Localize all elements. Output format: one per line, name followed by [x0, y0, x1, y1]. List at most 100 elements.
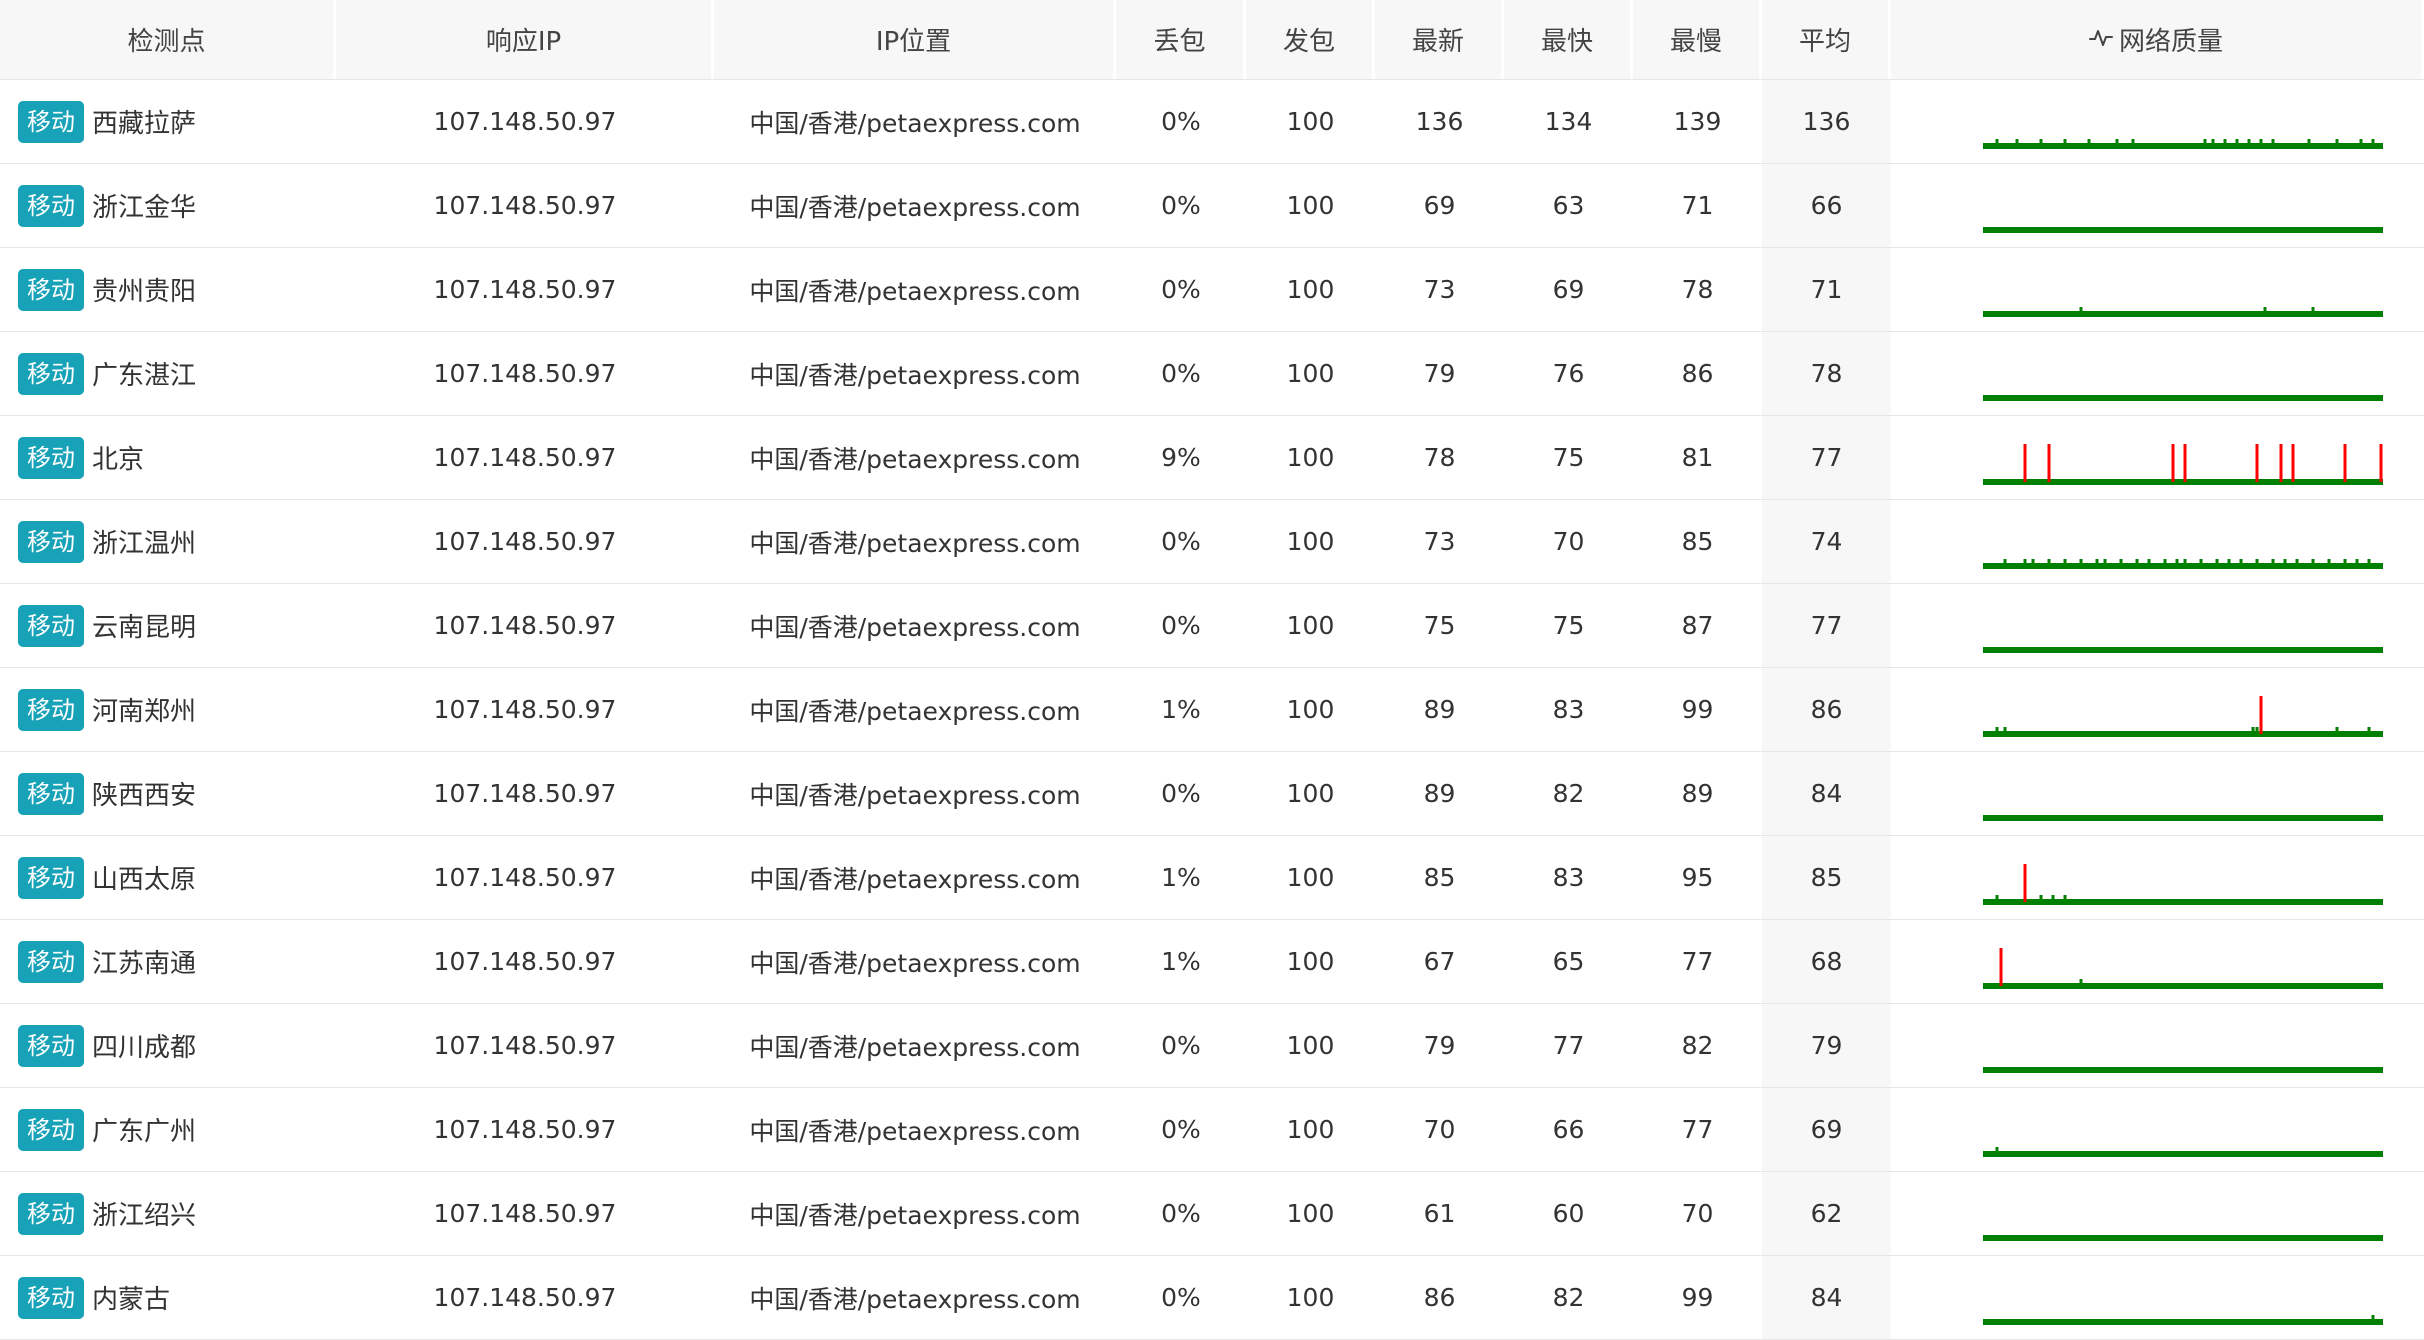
latency-spike-mark: [2031, 559, 2035, 564]
station-name: 山西太原: [92, 865, 197, 895]
quality-sparkline: [1983, 227, 2383, 233]
latency-baseline: [1983, 647, 2383, 653]
packets-sent-cell: 100: [1286, 359, 1335, 388]
latency-spike-mark: [2335, 727, 2339, 732]
ip-location-cell: 中国/香港/petaexpress.com: [749, 1200, 1081, 1230]
table-row[interactable]: 移动 云南昆明 107.148.50.97 中国/香港/petaexpress.com…: [0, 584, 2424, 668]
table-row[interactable]: 移动 广东广州 107.148.50.97 中国/香港/petaexpress.com…: [0, 1088, 2424, 1172]
column-header-fastest[interactable]: 最快: [1504, 0, 1633, 79]
latency-spike-mark: [2063, 895, 2067, 900]
latency-latest-cell: 89: [1423, 695, 1456, 724]
packets-sent-cell: 100: [1286, 611, 1335, 640]
table-row[interactable]: 移动 西藏拉萨 107.148.50.97 中国/香港/petaexpress.com…: [0, 80, 2424, 164]
latency-latest-cell: 70: [1423, 1115, 1456, 1144]
latency-spike-mark: [2223, 139, 2227, 144]
network-quality-cell: [1891, 1172, 2424, 1255]
latency-fastest-cell: 66: [1552, 1115, 1585, 1144]
packet-loss-cell: 0%: [1161, 611, 1201, 640]
station-cell: 移动 四川成都: [0, 1004, 336, 1087]
latency-average-cell: 77: [1762, 584, 1891, 667]
packet-loss-mark: [2291, 444, 2295, 482]
ip-location-cell: 中国/香港/petaexpress.com: [749, 276, 1081, 306]
response-ip-cell: 107.148.50.97: [433, 527, 617, 556]
isp-badge: 移动: [18, 940, 84, 983]
column-header-ip[interactable]: 响应IP: [336, 0, 714, 79]
isp-badge: 移动: [18, 520, 84, 563]
station-name: 陕西西安: [92, 781, 197, 811]
packets-sent-cell: 100: [1286, 107, 1335, 136]
packet-loss-mark: [2343, 444, 2347, 482]
latency-spike-mark: [2235, 139, 2239, 144]
latency-fastest-cell: 60: [1552, 1199, 1585, 1228]
table-row[interactable]: 移动 内蒙古 107.148.50.97 中国/香港/petaexpress.com 0…: [0, 1256, 2424, 1340]
latency-spike-mark: [2327, 559, 2331, 564]
latency-spike-mark: [2371, 139, 2375, 144]
column-header-sent[interactable]: 发包: [1246, 0, 1375, 79]
table-row[interactable]: 移动 四川成都 107.148.50.97 中国/香港/petaexpress.com…: [0, 1004, 2424, 1088]
packet-loss-mark: [2171, 444, 2175, 482]
packets-sent-cell: 100: [1286, 695, 1335, 724]
table-row[interactable]: 移动 陕西西安 107.148.50.97 中国/香港/petaexpress.com…: [0, 752, 2424, 836]
table-row[interactable]: 移动 浙江绍兴 107.148.50.97 中国/香港/petaexpress.com…: [0, 1172, 2424, 1256]
column-header-average[interactable]: 平均: [1762, 0, 1891, 79]
table-row[interactable]: 移动 贵州贵阳 107.148.50.97 中国/香港/petaexpress.com…: [0, 248, 2424, 332]
packet-loss-cell: 0%: [1161, 191, 1201, 220]
column-header-station[interactable]: 检测点: [0, 0, 336, 79]
response-ip-cell: 107.148.50.97: [433, 191, 617, 220]
latency-spike-mark: [2147, 559, 2151, 564]
column-header-slowest[interactable]: 最慢: [1633, 0, 1762, 79]
packet-loss-mark: [2255, 444, 2259, 482]
table-row[interactable]: 移动 河南郑州 107.148.50.97 中国/香港/petaexpress.com…: [0, 668, 2424, 752]
latency-spike-mark: [2251, 727, 2255, 732]
table-row[interactable]: 移动 广东湛江 107.148.50.97 中国/香港/petaexpress.com…: [0, 332, 2424, 416]
table-row[interactable]: 移动 浙江金华 107.148.50.97 中国/香港/petaexpress.com…: [0, 164, 2424, 248]
response-ip-cell: 107.148.50.97: [433, 443, 617, 472]
station-name: 北京: [92, 445, 145, 475]
packet-loss-cell: 0%: [1161, 1115, 1201, 1144]
station-name: 云南昆明: [92, 613, 197, 643]
column-header-quality[interactable]: 网络质量: [1891, 0, 2424, 79]
latency-slowest-cell: 71: [1681, 191, 1714, 220]
isp-badge: 移动: [18, 1024, 84, 1067]
column-header-loss[interactable]: 丢包: [1116, 0, 1246, 79]
latency-spike-mark: [2283, 559, 2287, 564]
packet-loss-cell: 0%: [1161, 1283, 1201, 1312]
table-row[interactable]: 移动 浙江温州 107.148.50.97 中国/香港/petaexpress.com…: [0, 500, 2424, 584]
latency-baseline: [1983, 1151, 2383, 1157]
latency-average-cell: 69: [1762, 1088, 1891, 1171]
station-cell: 移动 河南郑州: [0, 668, 336, 751]
latency-average-cell: 77: [1762, 416, 1891, 499]
latency-spike-mark: [2087, 139, 2091, 144]
packets-sent-cell: 100: [1286, 779, 1335, 808]
station-cell: 移动 浙江金华: [0, 164, 336, 247]
column-header-latest[interactable]: 最新: [1375, 0, 1504, 79]
ip-location-cell: 中国/香港/petaexpress.com: [749, 780, 1081, 810]
activity-icon: [2088, 26, 2113, 54]
table-row[interactable]: 移动 山西太原 107.148.50.97 中国/香港/petaexpress.com…: [0, 836, 2424, 920]
ip-location-cell: 中国/香港/petaexpress.com: [749, 360, 1081, 390]
packet-loss-cell: 1%: [1161, 695, 1201, 724]
column-header-location[interactable]: IP位置: [714, 0, 1116, 79]
latency-spike-mark: [2367, 559, 2371, 564]
latency-baseline: [1983, 1067, 2383, 1073]
station-name: 浙江绍兴: [92, 1201, 197, 1231]
latency-spike-mark: [2175, 559, 2179, 564]
latency-latest-cell: 61: [1423, 1199, 1456, 1228]
latency-spike-mark: [2047, 559, 2051, 564]
latency-latest-cell: 86: [1423, 1283, 1456, 1312]
table-row[interactable]: 移动 北京 107.148.50.97 中国/香港/petaexpress.com 9%…: [0, 416, 2424, 500]
response-ip-cell: 107.148.50.97: [433, 275, 617, 304]
latency-slowest-cell: 99: [1681, 1283, 1714, 1312]
packets-sent-cell: 100: [1286, 191, 1335, 220]
latency-latest-cell: 79: [1423, 1031, 1456, 1060]
station-name: 西藏拉萨: [92, 109, 197, 139]
latency-average-cell: 86: [1762, 668, 1891, 751]
latency-spike-mark: [2115, 139, 2119, 144]
latency-spike-mark: [2343, 559, 2347, 564]
latency-slowest-cell: 99: [1681, 695, 1714, 724]
latency-spike-mark: [2183, 559, 2187, 564]
station-cell: 移动 江苏南通: [0, 920, 336, 1003]
quality-sparkline: [1983, 815, 2383, 821]
station-name: 四川成都: [92, 1033, 197, 1063]
table-row[interactable]: 移动 江苏南通 107.148.50.97 中国/香港/petaexpress.com…: [0, 920, 2424, 1004]
